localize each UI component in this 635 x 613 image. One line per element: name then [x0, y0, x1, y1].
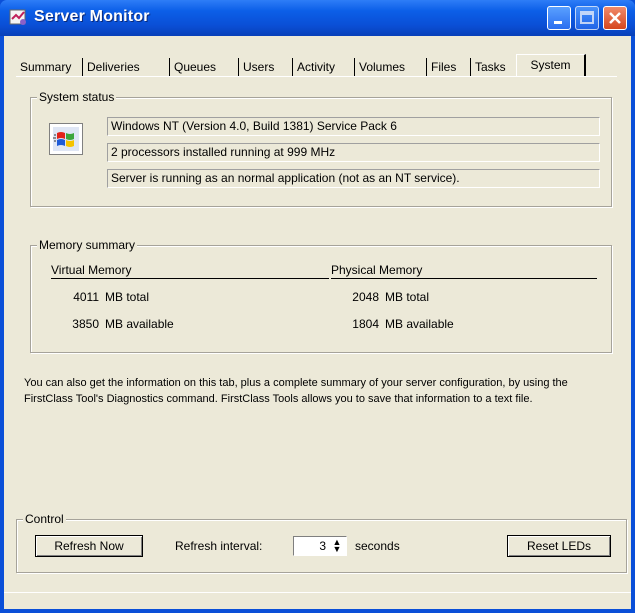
memory-summary-group: Memory summary Virtual Memory Physical M…: [30, 238, 612, 353]
spin-arrows-icon[interactable]: ▲ ▼: [330, 538, 344, 554]
refresh-interval-value: 3: [319, 539, 326, 553]
maximize-button[interactable]: [575, 6, 599, 30]
status-bar: [4, 592, 631, 610]
virtual-total-value: 4011: [73, 290, 99, 304]
info-text: You can also get the information on this…: [24, 377, 568, 405]
close-icon: [609, 12, 621, 24]
memory-summary-label: Memory summary: [37, 238, 138, 252]
server-monitor-icon: [9, 9, 26, 25]
tab-deliveries[interactable]: Deliveries: [83, 58, 144, 76]
server-monitor-window: Server Monitor Summary Deliveries Queues…: [0, 0, 635, 613]
tab-files[interactable]: Files: [427, 58, 460, 76]
processors-field: 2 processors installed running at 999 MH…: [107, 143, 600, 162]
close-button[interactable]: [603, 6, 627, 30]
tab-users[interactable]: Users: [239, 58, 278, 76]
tab-activity[interactable]: Activity: [293, 58, 339, 76]
window-title: Server Monitor: [34, 8, 150, 25]
minimize-button[interactable]: [547, 6, 571, 30]
system-status-group: System status Windows NT (Version 4.0, B…: [30, 90, 612, 207]
physical-available-value: 1804: [352, 317, 379, 331]
server-mode-field: Server is running as an normal applicati…: [107, 169, 600, 188]
refresh-interval-stepper[interactable]: 3 ▲ ▼: [293, 536, 347, 556]
tab-system[interactable]: System: [516, 54, 586, 76]
maximize-icon: [580, 11, 594, 24]
control-label: Control: [23, 512, 66, 526]
windows-logo-icon: [49, 123, 83, 155]
title-bar[interactable]: Server Monitor: [0, 0, 635, 36]
minimize-icon: [554, 21, 562, 24]
physical-total-unit: MB total: [385, 290, 430, 304]
virtual-total-unit: MB total: [105, 290, 150, 304]
virtual-available-value: 3850: [72, 317, 99, 331]
system-tab-panel: System status Windows NT (Version 4.0, B…: [16, 76, 617, 507]
virtual-available-unit: MB available: [105, 317, 174, 331]
refresh-interval-label: Refresh interval:: [175, 539, 263, 553]
refresh-now-button[interactable]: Refresh Now: [35, 535, 143, 557]
tab-summary[interactable]: Summary: [16, 58, 75, 76]
tab-volumes[interactable]: Volumes: [355, 58, 409, 76]
refresh-interval-unit: seconds: [355, 539, 400, 553]
physical-memory-heading: Physical Memory: [331, 263, 597, 279]
reset-leds-button[interactable]: Reset LEDs: [507, 535, 611, 557]
os-version-field: Windows NT (Version 4.0, Build 1381) Ser…: [107, 117, 600, 136]
tab-queues[interactable]: Queues: [170, 58, 220, 76]
virtual-memory-heading: Virtual Memory: [51, 263, 329, 279]
system-status-label: System status: [37, 90, 117, 104]
physical-available-unit: MB available: [385, 317, 454, 331]
physical-total-value: 2048: [352, 290, 379, 304]
tab-tasks[interactable]: Tasks: [471, 58, 510, 76]
control-group: Control Refresh Now Refresh interval: 3 …: [16, 512, 627, 573]
client-area: Summary Deliveries Queues Users Activity…: [4, 36, 631, 609]
